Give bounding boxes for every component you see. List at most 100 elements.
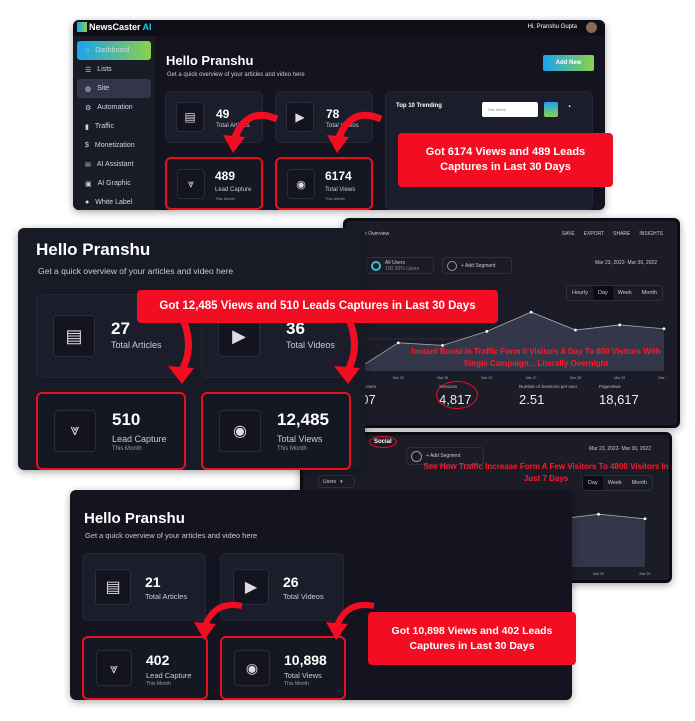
tab-week[interactable]: Week: [603, 476, 627, 490]
add-new-button[interactable]: Add New: [543, 55, 594, 71]
logo-icon: [77, 22, 87, 32]
metric-select[interactable]: Users ▾: [318, 475, 355, 488]
analytics-snapshot-1: Audience Overview SAVE EXPORT SHARE INSI…: [343, 218, 680, 428]
page-title: Hello Pranshu: [166, 53, 254, 68]
empty-ring-icon: [447, 260, 457, 271]
eye-icon: ◉: [287, 169, 315, 199]
x-tick-label: Mar 30: [640, 572, 651, 576]
data-point: [485, 329, 489, 333]
x-tick-label: Mar 29: [614, 376, 625, 380]
sidebar-item-traffic[interactable]: ▮ Traffic: [77, 117, 151, 136]
trending-filter-input[interactable]: This Week: [482, 102, 538, 117]
add-segment-button[interactable]: + Add Segment: [442, 257, 512, 274]
lead-capture-card: ⩔ 402 Lead Capture This Month: [82, 636, 208, 700]
data-point: [618, 323, 622, 327]
arrow-icon: [194, 602, 243, 640]
sidebar-item-dashboard[interactable]: ⌂ Dashboard: [77, 41, 151, 60]
grid-view-icon[interactable]: [544, 102, 558, 117]
newspaper-icon: ▤: [176, 102, 204, 132]
lead-capture-card: ⩔ 489 Lead Capture This Month: [165, 157, 263, 210]
granularity-tabs: Hourly Day Week Month: [566, 285, 663, 301]
data-point: [597, 512, 600, 516]
segment-ring-icon: [371, 260, 381, 271]
eye-icon: ◉: [234, 650, 270, 686]
video-icon: ▶: [286, 102, 314, 132]
export-button[interactable]: EXPORT: [584, 231, 604, 237]
data-point: [396, 341, 400, 345]
page-subtitle: Get a quick overview of your articles an…: [85, 531, 258, 540]
total-views-card: ◉ 10,898 Total Views This Month: [220, 636, 346, 700]
tab-month[interactable]: Month: [637, 286, 662, 300]
globe-icon: ◍: [85, 85, 92, 93]
sidebar-item-site[interactable]: ◍ Site: [77, 79, 151, 98]
tab-hourly[interactable]: Hourly: [567, 286, 593, 300]
data-point: [574, 328, 577, 332]
list-view-icon[interactable]: ▪: [563, 104, 576, 116]
tab-day[interactable]: Day: [582, 476, 603, 490]
x-tick-label: Mar 24: [393, 376, 404, 380]
dashboard-snapshot-3: Hello Pranshu Get a quick overview of yo…: [70, 490, 572, 700]
tab-month[interactable]: Month: [627, 476, 652, 490]
x-tick-label: Mar 28: [570, 376, 581, 380]
sidebar-item-lists[interactable]: ☰ Lists: [77, 60, 151, 79]
sessions-highlight-circle: [436, 381, 478, 409]
lead-funnel-icon: ⩔: [96, 650, 132, 686]
user-greeting[interactable]: Hi, Pranshu Gupta: [528, 24, 577, 30]
data-point: [643, 517, 647, 521]
top-bar: NewsCaster AI Hi, Pranshu Gupta: [73, 20, 605, 36]
bar-chart-icon: ▮: [85, 123, 89, 131]
metric-sessions-per-user: Number of Sessions per user 2.51: [519, 384, 578, 407]
callout-banner: Got 12,485 Views and 510 Leads Captures …: [137, 290, 498, 323]
avatar[interactable]: [586, 22, 597, 33]
total-views-card: ◉ 12,485 Total Views This Month: [201, 392, 351, 470]
list-icon: ☰: [85, 66, 92, 74]
share-button[interactable]: SHARE: [613, 231, 630, 237]
x-tick-label: Mar 30: [659, 376, 666, 380]
insights-button[interactable]: INSIGHTS: [639, 231, 663, 237]
x-tick-label: Mar 26: [481, 376, 492, 380]
arrow-icon: [168, 320, 194, 384]
date-range-picker[interactable]: Mar 23, 2022- Mar 30, 2022: [589, 446, 651, 452]
eye-icon: ◉: [219, 410, 261, 452]
sidebar-item-white-label[interactable]: ● White Label: [77, 193, 151, 210]
sidebar-item-ai-graphic[interactable]: ▣ AI Graphic: [77, 174, 151, 193]
sidebar: ⌂ Dashboard ☰ Lists ◍ Site ⚙ Automation ▮ Tra…: [73, 36, 155, 210]
chevron-down-icon: ▾: [340, 478, 343, 485]
chat-icon: ✉: [85, 161, 91, 169]
tab-week[interactable]: Week: [613, 286, 637, 300]
social-tab[interactable]: Social: [369, 436, 397, 448]
lead-capture-card: ⩔ 510 Lead Capture This Month: [36, 392, 186, 470]
page-subtitle: Get a quick overview of your articles an…: [38, 266, 234, 276]
page-subtitle: Get a quick overview of your articles an…: [167, 72, 305, 78]
total-views-card: ◉ 6174 Total Views This Month: [275, 157, 373, 210]
tab-day[interactable]: Day: [592, 286, 613, 300]
sidebar-item-automation[interactable]: ⚙ Automation: [77, 98, 151, 117]
automation-icon: ⚙: [85, 104, 92, 112]
callout-banner: Got 10,898 Views and 402 Leads Captures …: [368, 612, 576, 665]
logo: NewsCaster AI: [77, 22, 152, 32]
x-tick-label: Mar 29: [593, 572, 604, 576]
x-tick-label: Mar 27: [526, 376, 537, 380]
save-button[interactable]: SAVE: [562, 231, 575, 237]
sidebar-item-monetization[interactable]: $ Monetization: [77, 136, 151, 155]
page-title: Hello Pranshu: [84, 510, 185, 527]
home-icon: ⌂: [85, 47, 90, 54]
empty-ring-icon: [411, 450, 422, 462]
image-icon: ▣: [85, 180, 92, 188]
date-range-picker[interactable]: Mar 23, 2022- Mar 30, 2022: [595, 260, 657, 266]
arrow-icon: [327, 111, 383, 153]
callout-banner: Got 6174 Views and 489 Leads Captures in…: [398, 133, 613, 187]
total-articles-card: ▤ 21 Total Articles: [82, 553, 206, 621]
trending-title: Top 10 Trending: [396, 103, 442, 109]
lead-funnel-icon: ⩔: [54, 410, 96, 452]
x-tick-label: Mar 25: [437, 376, 448, 380]
all-users-segment[interactable]: All Users 100.00% Users: [366, 257, 434, 274]
money-icon: $: [85, 142, 89, 149]
lead-funnel-icon: ⩔: [177, 169, 205, 199]
sidebar-item-ai-assistant[interactable]: ✉ AI Assistant: [77, 155, 151, 174]
arrow-icon: [223, 111, 279, 153]
annotation-text: Instant Boost In Traffic Form 0 Visitors…: [411, 347, 661, 368]
newspaper-icon: ▤: [95, 569, 131, 605]
arrow-icon: [334, 320, 360, 384]
granularity-tabs: Day Week Month: [581, 475, 653, 491]
